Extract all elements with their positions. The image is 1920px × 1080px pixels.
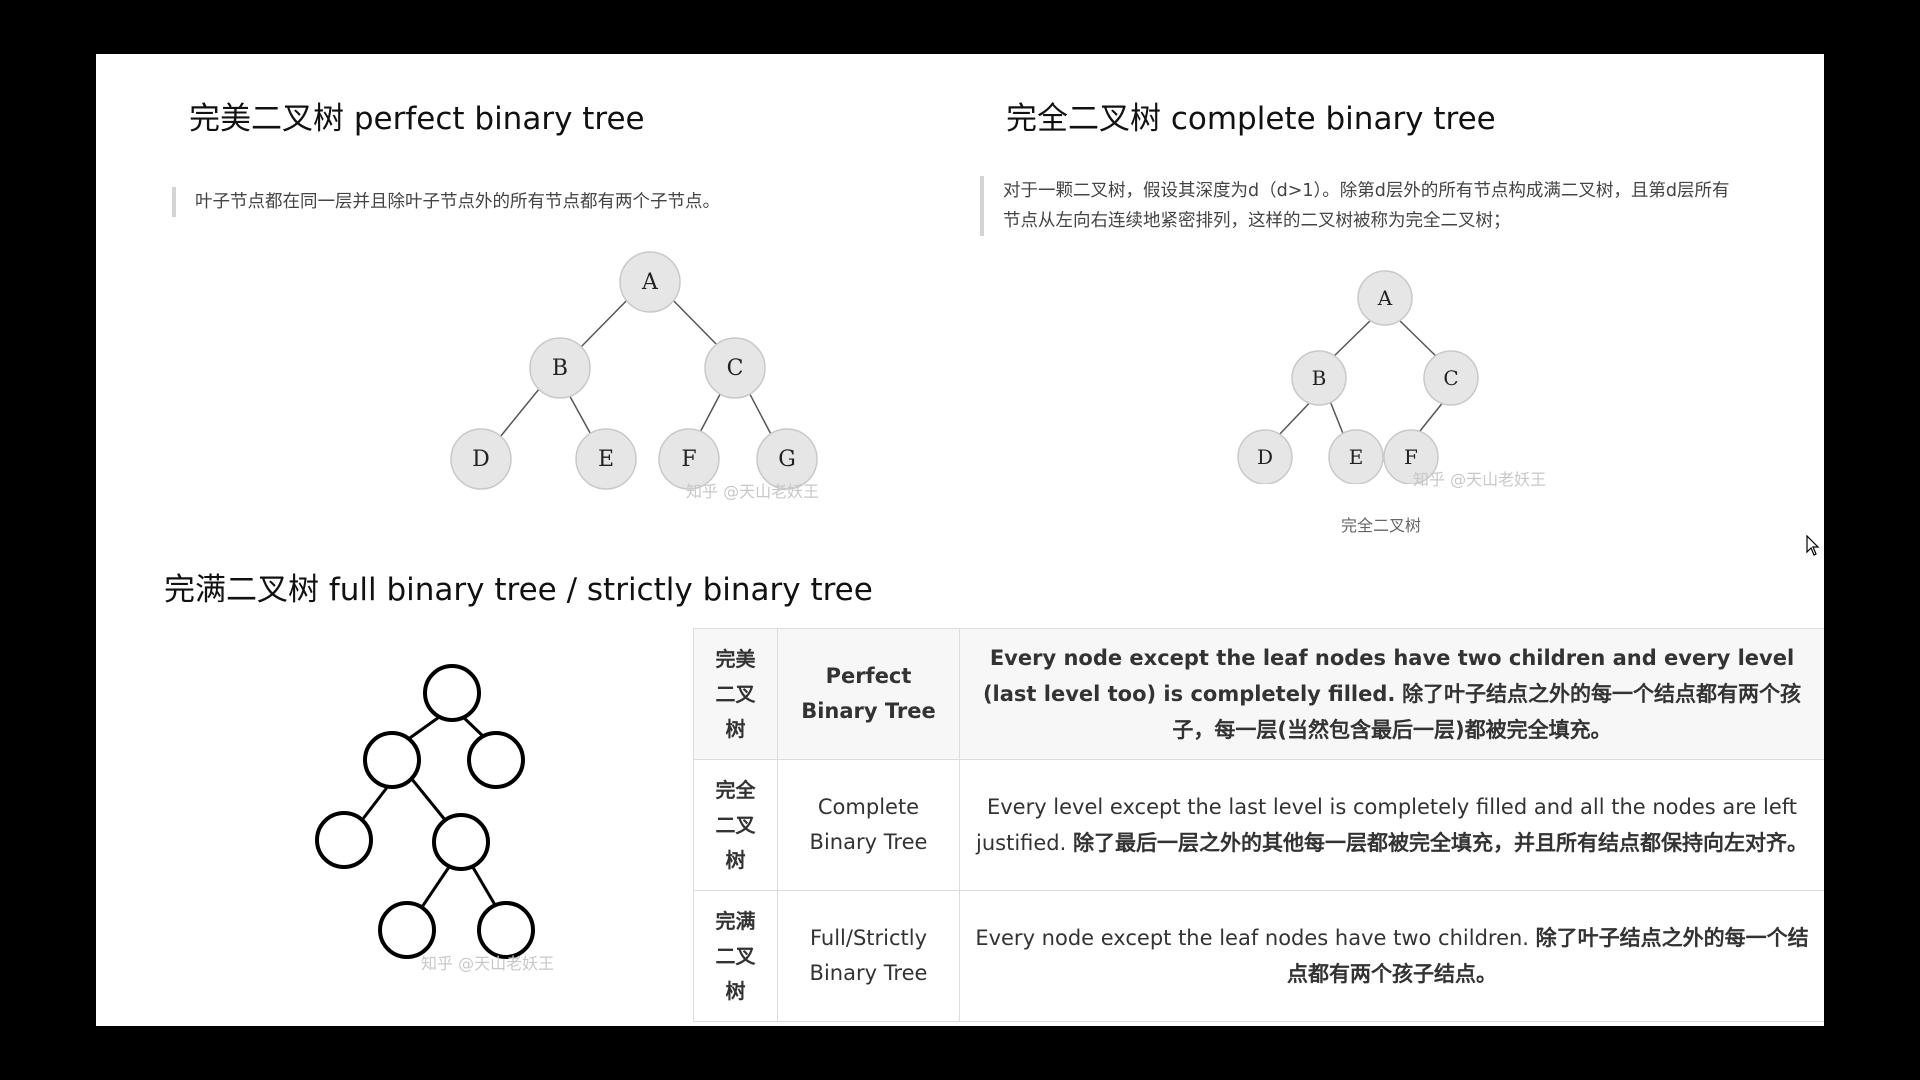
full-node-inner-left — [378, 901, 436, 959]
cn-label-part: 树 — [725, 716, 746, 741]
slide: 完美二叉树 perfect binary tree 叶子节点都在同一层并且除叶子… — [96, 54, 1824, 1026]
complete-quote-line2: 节点从左向右连续地紧密排列，这样的二叉树被称为完全二叉树； — [1003, 211, 1511, 231]
node-label: D — [472, 447, 490, 472]
table-row: 完满 二叉 树 Full/Strictly Binary Tree Every … — [693, 890, 1824, 1022]
row-name: Full/Strictly Binary Tree — [777, 890, 960, 1022]
full-node-left-leaf — [315, 811, 373, 869]
node-label: C — [1443, 366, 1458, 390]
cn-label-part: 树 — [725, 978, 746, 1003]
complete-watermark: 知乎 @天山老妖王 — [1413, 470, 1547, 489]
perfect-watermark: 知乎 @天山老妖王 — [686, 482, 820, 501]
cn-label-part: 树 — [725, 847, 746, 872]
node-label: E — [1349, 445, 1364, 469]
edge-root-left — [406, 713, 443, 742]
row-description: Every node except the leaf nodes have tw… — [959, 890, 1824, 1022]
full-node-root — [423, 664, 481, 722]
comparison-table: 完美 二叉 树 Perfect Binary Tree Every node e… — [693, 628, 1824, 1022]
mouse-cursor-icon — [1806, 535, 1820, 556]
node-label: A — [641, 270, 659, 295]
node-label: B — [1312, 366, 1327, 390]
node-label: B — [552, 356, 568, 381]
node-label: A — [1377, 286, 1393, 310]
perfect-tree-diagram: A B C D E F G — [450, 251, 818, 490]
row-cn-label: 完美 二叉 树 — [693, 628, 778, 760]
complete-quote-line1: 对于一颗二叉树，假设其深度为d（d>1）。除第d层外的所有节点构成满二叉树，且第… — [1003, 181, 1730, 201]
cn-label-part: 完满 — [715, 908, 756, 933]
row-cn-label: 完满 二叉 树 — [693, 890, 778, 1022]
full-node-right — [467, 731, 525, 789]
full-watermark: 知乎 @天山老妖王 — [421, 954, 555, 973]
perfect-quote: 叶子节点都在同一层并且除叶子节点外的所有节点都有两个子节点。 — [172, 187, 720, 217]
complete-title: 完全二叉树 complete binary tree — [1006, 101, 1496, 137]
cn-label-part: 完全 — [715, 777, 756, 802]
desc-cn: 除了最后一层之外的其他每一层都被完全填充，并且所有结点都保持向左对齐。 — [1073, 831, 1808, 855]
row-cn-label: 完全 二叉 树 — [693, 759, 778, 891]
row-description: Every node except the leaf nodes have tw… — [959, 628, 1824, 760]
node-label: D — [1257, 445, 1273, 469]
full-node-inner-right — [477, 901, 535, 959]
desc-en: Every node except the leaf nodes have tw… — [975, 926, 1529, 950]
edge-inner-left — [418, 863, 453, 911]
node-label: C — [727, 356, 744, 381]
perfect-title: 完美二叉树 perfect binary tree — [189, 101, 645, 137]
cn-label-part: 完美 — [715, 646, 756, 671]
complete-tree-diagram: A B C D E F — [1237, 270, 1479, 484]
complete-quote: 对于一颗二叉树，假设其深度为d（d>1）。除第d层外的所有节点构成满二叉树，且第… — [980, 176, 1729, 236]
complete-caption: 完全二叉树 — [1341, 516, 1422, 535]
row-name: Perfect Binary Tree — [777, 628, 960, 760]
node-label: G — [778, 447, 796, 472]
full-node-left — [363, 731, 421, 789]
node-label: F — [681, 447, 696, 472]
full-node-inner — [432, 813, 490, 871]
cn-label-part: 二叉 — [715, 943, 756, 968]
full-title: 完满二叉树 full binary tree / strictly binary… — [164, 572, 873, 608]
table-row: 完美 二叉 树 Perfect Binary Tree Every node e… — [693, 628, 1824, 760]
row-description: Every level except the last level is com… — [959, 759, 1824, 891]
node-label: E — [598, 447, 614, 472]
row-name: Complete Binary Tree — [777, 759, 960, 891]
cn-label-part: 二叉 — [715, 681, 756, 706]
cn-label-part: 二叉 — [715, 812, 756, 837]
table-row: 完全 二叉 树 Complete Binary Tree Every level… — [693, 759, 1824, 891]
edge-inner-right — [469, 863, 500, 911]
